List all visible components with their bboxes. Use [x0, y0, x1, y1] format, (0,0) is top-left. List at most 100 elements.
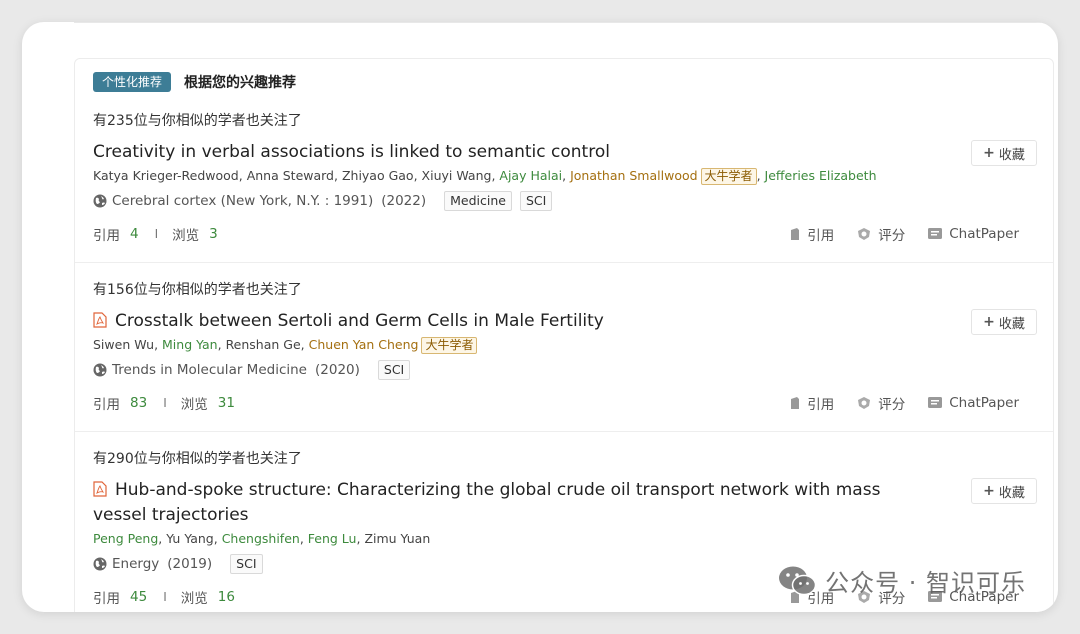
author-link[interactable]: Ming Yan [162, 337, 218, 352]
watermark-text: 公众号 · 智识可乐 [825, 569, 1026, 597]
collect-label: 收藏 [998, 147, 1025, 163]
personalized-tag: 个性化推荐 [93, 72, 172, 92]
collect-label: 收藏 [998, 485, 1025, 501]
collect-button[interactable]: + 收藏 [971, 309, 1037, 335]
rate-button-label: 评分 [878, 228, 906, 244]
venue-year: (2020) [315, 362, 360, 378]
stats-separator: I [163, 590, 167, 604]
author-link[interactable]: Renshan Ge [226, 337, 301, 352]
author-list: Siwen Wu, Ming Yan, Renshan Ge, Chuen Ya… [93, 337, 478, 354]
venue-name[interactable]: Trends in Molecular Medicine [112, 362, 307, 378]
collect-button[interactable]: + 收藏 [971, 478, 1037, 504]
quote-icon [791, 228, 800, 240]
recommend-title: 根据您的兴趣推荐 [184, 75, 297, 91]
author-list: Peng Peng, Yu Yang, Chengshifen, Feng Lu… [93, 531, 431, 546]
rate-button-label: 评分 [878, 397, 906, 413]
paper-title-text[interactable]: Hub-and-spoke structure: Characterizing … [115, 480, 880, 500]
collect-button[interactable]: + 收藏 [971, 140, 1037, 166]
author-link[interactable]: Ajay Halai [499, 168, 562, 183]
similar-scholars-text: 有290位与你相似的学者也关注了 [93, 451, 302, 467]
cite-count: 4 [130, 226, 139, 242]
author-link[interactable]: Peng Peng [93, 531, 158, 546]
recommend-header: 个性化推荐 根据您的兴趣推荐 [93, 71, 296, 93]
rate-icon [858, 228, 871, 240]
globe-icon [93, 363, 107, 377]
paper-stats: 引用 4 I 浏览 3 [93, 224, 218, 244]
rate-icon [858, 397, 871, 409]
similar-scholars-text: 有235位与你相似的学者也关注了 [93, 113, 302, 129]
venue-year: (2022) [381, 193, 427, 209]
venue-line: Trends in Molecular Medicine (2020) SCI [93, 360, 411, 380]
similar-scholars-text: 有156位与你相似的学者也关注了 [93, 282, 302, 298]
watermark: 公众号 · 智识可乐 [777, 563, 1026, 598]
collect-label: 收藏 [998, 316, 1025, 332]
venue-name[interactable]: Energy [112, 556, 159, 572]
view-count-label: 浏览 [180, 397, 208, 413]
author-link[interactable]: Jefferies Elizabeth [765, 168, 877, 183]
author-link[interactable]: Siwen Wu [93, 337, 154, 352]
globe-icon [93, 194, 107, 208]
content-window: 个性化推荐 根据您的兴趣推荐 有235位与你相似的学者也关注了 Creativi… [22, 22, 1058, 612]
author-list: Katya Krieger-Redwood, Anna Steward, Zhi… [93, 168, 877, 185]
author-link[interactable]: Zimu Yuan [364, 531, 430, 546]
plus-icon: + [983, 145, 995, 161]
plus-icon: + [983, 314, 995, 330]
paper-title-text[interactable]: Creativity in verbal associations is lin… [93, 142, 610, 162]
chatpaper-button-label: ChatPaper [949, 226, 1019, 242]
paper-title-link[interactable]: Creativity in verbal associations is lin… [93, 140, 610, 165]
cite-button[interactable]: 引用 [789, 224, 834, 244]
cite-count-label: 引用 [93, 228, 120, 244]
view-count: 31 [217, 395, 235, 411]
card-divider [75, 431, 1053, 432]
pdf-icon [93, 312, 107, 328]
top-scholar-badge: 大牛学者 [700, 168, 757, 185]
recommend-panel: 个性化推荐 根据您的兴趣推荐 有235位与你相似的学者也关注了 Creativi… [74, 58, 1054, 612]
venue-line: Cerebral cortex (New York, N.Y. : 1991) … [93, 191, 553, 211]
cite-count: 45 [130, 589, 148, 605]
paper-stats: 引用 45 I 浏览 16 [93, 587, 235, 607]
view-count-label: 浏览 [172, 228, 200, 244]
author-link[interactable]: Jonathan Smallwood [570, 168, 697, 183]
rate-button[interactable]: 评分 [856, 224, 905, 244]
plus-icon: + [983, 483, 995, 499]
stats-separator: I [163, 396, 167, 410]
chat-icon [928, 228, 943, 239]
chatpaper-button[interactable]: ChatPaper [927, 395, 1019, 411]
view-count: 3 [209, 226, 218, 242]
author-link[interactable]: Chuen Yan Cheng [309, 337, 419, 352]
cite-count-label: 引用 [93, 397, 120, 413]
rate-button[interactable]: 评分 [856, 393, 905, 413]
paper-title-text-line2[interactable]: vessel trajectories [93, 505, 249, 525]
chat-icon [928, 397, 943, 408]
field-chip: Medicine [444, 191, 512, 211]
cite-button[interactable]: 引用 [789, 393, 834, 413]
stats-separator: I [154, 227, 159, 241]
author-link[interactable]: Anna Steward [247, 168, 334, 183]
author-link[interactable]: Katya Krieger-Redwood [93, 168, 239, 183]
quote-icon [791, 397, 800, 409]
author-link[interactable]: Chengshifen [222, 531, 300, 546]
venue-year: (2019) [167, 556, 213, 572]
index-chip: SCI [519, 191, 553, 211]
globe-icon [93, 557, 107, 571]
index-chip: SCI [230, 554, 263, 574]
paper-title-link[interactable]: Crosstalk between Sertoli and Germ Cells… [93, 309, 604, 334]
venue-name[interactable]: Cerebral cortex (New York, N.Y. : 1991) [112, 193, 373, 209]
view-count-label: 浏览 [180, 591, 208, 607]
paper-stats: 引用 83 I 浏览 31 [93, 393, 235, 413]
paper-actions: 引用 评分 ChatPaper [767, 393, 1019, 413]
view-count: 16 [217, 589, 235, 605]
author-link[interactable]: Feng Lu [308, 531, 357, 546]
author-link[interactable]: Zhiyao Gao [342, 168, 414, 183]
author-link[interactable]: Yu Yang [166, 531, 214, 546]
top-scholar-badge: 大牛学者 [421, 337, 478, 354]
top-divider [74, 22, 1054, 23]
paper-title-link[interactable]: Hub-and-spoke structure: Characterizing … [93, 478, 880, 528]
wechat-icon [779, 566, 817, 595]
paper-title-text[interactable]: Crosstalk between Sertoli and Germ Cells… [115, 311, 604, 331]
author-link[interactable]: Xiuyi Wang [422, 168, 492, 183]
index-chip: SCI [377, 360, 411, 380]
card-divider [75, 262, 1053, 263]
chatpaper-button[interactable]: ChatPaper [927, 226, 1019, 242]
paper-actions: 引用 评分 ChatPaper [767, 224, 1019, 244]
